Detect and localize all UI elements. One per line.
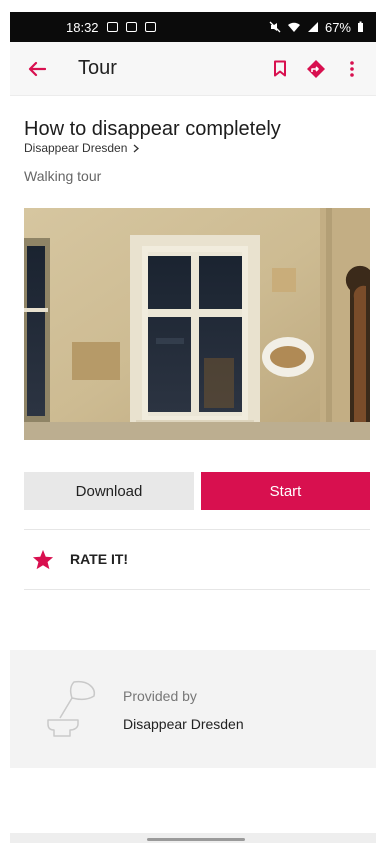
facade-illustration <box>24 208 370 440</box>
provider-name[interactable]: Disappear Dresden <box>123 716 244 732</box>
tour-type: Walking tour <box>24 168 102 184</box>
battery-icon <box>358 21 363 32</box>
back-button[interactable] <box>20 61 54 77</box>
bookmark-icon <box>274 60 286 77</box>
rate-it-label: RATE IT! <box>70 551 129 567</box>
wifi-icon <box>287 22 300 32</box>
status-left: 18:32 <box>66 20 156 35</box>
chevron-right-icon <box>133 144 140 152</box>
start-button[interactable]: Start <box>201 472 370 510</box>
bookmark-button[interactable] <box>262 51 298 87</box>
app-bar-title: Tour <box>78 57 117 79</box>
directions-button[interactable] <box>298 51 334 87</box>
gallery-icon <box>106 22 118 32</box>
divider-bottom <box>24 589 370 590</box>
status-bar: 18:32 67% <box>10 12 376 42</box>
mute-icon <box>269 21 281 33</box>
home-indicator[interactable] <box>147 838 245 841</box>
app-bar: Tour <box>10 42 376 96</box>
publisher-name: Disappear Dresden <box>24 141 128 155</box>
rate-it-row[interactable]: RATE IT! <box>24 530 370 588</box>
screenshot-icon <box>144 22 156 32</box>
back-arrow-icon <box>28 61 46 76</box>
provider-card: Provided by Disappear Dresden <box>10 650 376 768</box>
battery-percent: 67% <box>324 19 351 35</box>
directions-icon <box>307 59 325 78</box>
more-vert-icon <box>350 60 354 77</box>
star-icon <box>32 549 54 569</box>
status-right: 67% <box>269 20 364 35</box>
qr-icon <box>125 22 137 32</box>
tour-title: How to disappear completely <box>24 118 281 140</box>
tour-hero-image <box>24 208 370 440</box>
inkwell-quill-icon <box>47 680 96 737</box>
download-button[interactable]: Download <box>24 472 194 510</box>
provided-by-label: Provided by <box>123 688 197 704</box>
more-options-button[interactable] <box>334 51 370 87</box>
signal-icon <box>307 22 318 32</box>
status-time: 18:32 <box>66 19 99 35</box>
publisher-link[interactable]: Disappear Dresden <box>24 141 140 155</box>
